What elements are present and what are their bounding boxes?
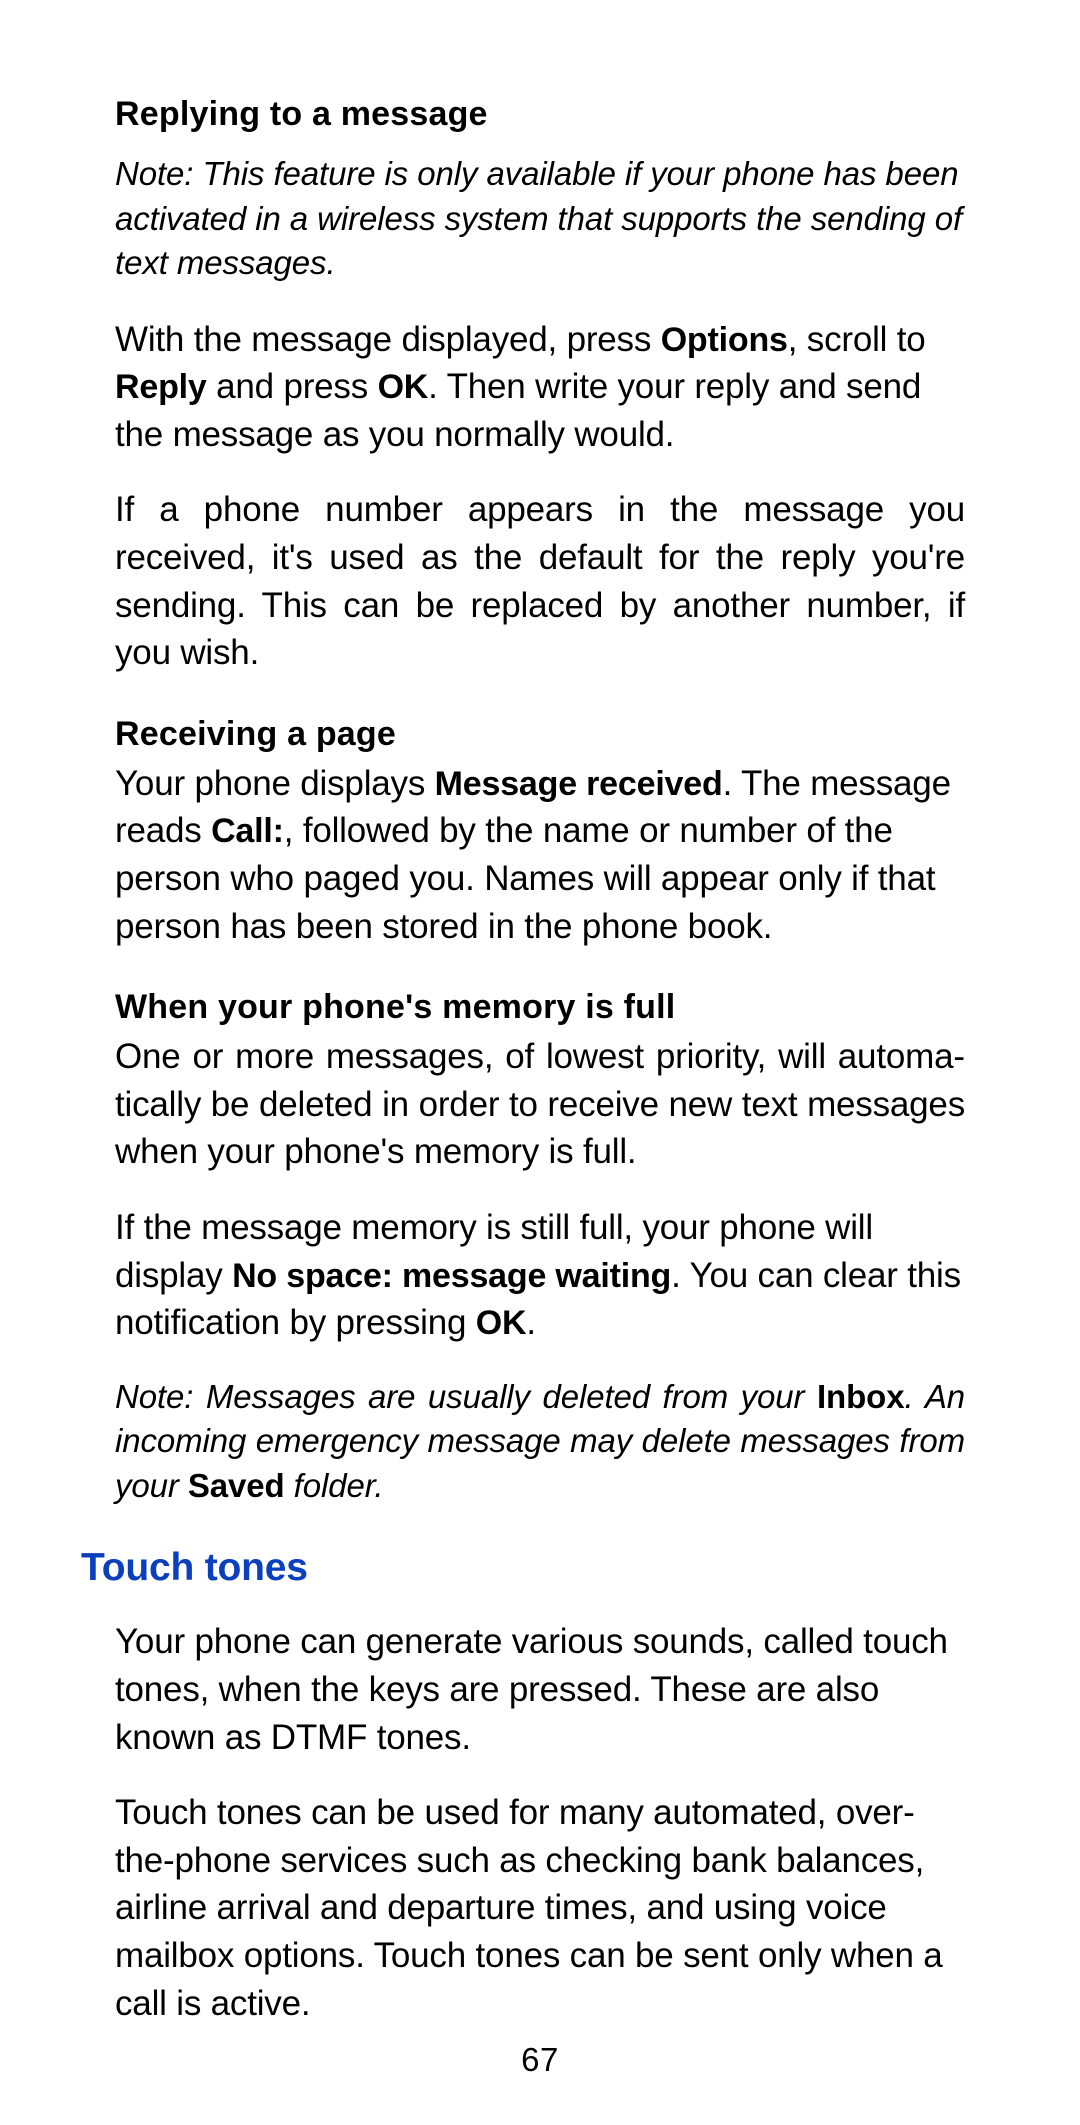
section-memory-full: When your phone's memory is full One or … xyxy=(115,988,965,1508)
heading-touch-tones: Touch tones xyxy=(81,1546,965,1590)
note-replying: Note: This feature is only available if … xyxy=(115,152,965,286)
page-number: 67 xyxy=(0,2041,1080,2079)
text: With the message displayed, press xyxy=(115,320,661,359)
section-replying: Replying to a message Note: This feature… xyxy=(115,95,965,677)
text: , scroll to xyxy=(788,320,926,359)
section-touch-tones: Your phone can generate various sounds, … xyxy=(115,1618,965,2027)
subheading-receiving: Receiving a page xyxy=(115,715,965,754)
body-replying-1: With the message displayed, press Option… xyxy=(115,316,965,459)
bold-call: Call: xyxy=(211,812,284,850)
document-page: Replying to a message Note: This feature… xyxy=(0,0,1080,2125)
bold-ok-2: OK xyxy=(476,1304,527,1342)
body-touch-2: Touch tones can be used for many automat… xyxy=(115,1789,965,2027)
body-replying-2: If a phone number appears in the message… xyxy=(115,486,965,676)
bold-options: Options xyxy=(661,321,788,359)
bold-message-received: Message received xyxy=(435,765,723,803)
subheading-replying: Replying to a message xyxy=(115,95,965,134)
text: Note: Messages are usually deleted from … xyxy=(115,1378,817,1415)
body-receiving-1: Your phone displays Message received. Th… xyxy=(115,760,965,950)
note-memory: Note: Messages are usually deleted from … xyxy=(115,1375,965,1509)
text: folder. xyxy=(285,1467,384,1504)
body-memory-1: One or more messages, of lowest priority… xyxy=(115,1033,965,1176)
bold-reply: Reply xyxy=(115,368,207,406)
section-receiving: Receiving a page Your phone displays Mes… xyxy=(115,715,965,950)
bold-inbox: Inbox xyxy=(817,1378,905,1415)
text: . xyxy=(526,1303,536,1342)
text: Your phone displays xyxy=(115,764,435,803)
body-touch-1: Your phone can generate various sounds, … xyxy=(115,1618,965,1761)
body-memory-2: If the message memory is still full, you… xyxy=(115,1204,965,1347)
bold-ok: OK xyxy=(378,368,429,406)
bold-no-space: No space: message waiting xyxy=(232,1257,671,1295)
text: and press xyxy=(207,367,378,406)
bold-saved: Saved xyxy=(188,1467,285,1504)
subheading-memory-full: When your phone's memory is full xyxy=(115,988,965,1027)
